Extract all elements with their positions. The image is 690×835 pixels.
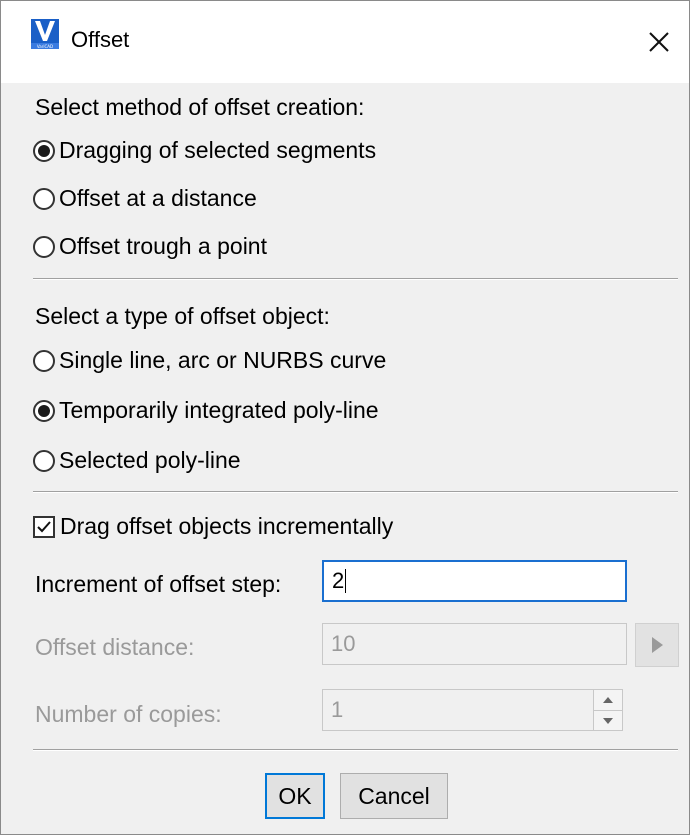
radio-offset-distance[interactable]: Offset at a distance [33,185,257,212]
radio-label: Offset trough a point [59,233,267,259]
cancel-button[interactable]: Cancel [340,773,448,819]
radio-label: Single line, arc or NURBS curve [59,347,387,373]
radio-temp-polyline[interactable]: Temporarily integrated poly-line [33,397,379,424]
drag-incrementally-checkbox[interactable] [33,515,55,538]
offset-distance-input[interactable]: 10 [322,623,627,665]
copies-spinner[interactable] [593,689,623,731]
radio-button[interactable] [33,399,55,422]
ok-button[interactable]: OK [265,773,325,819]
copies-label: Number of copies: [35,701,222,727]
radio-button[interactable] [33,349,55,372]
separator [33,491,678,493]
radio-button[interactable] [33,235,55,258]
radio-label: Temporarily integrated poly-line [59,397,379,423]
close-button[interactable] [629,1,689,83]
spin-up-icon [603,697,613,703]
close-icon [649,32,669,52]
title-bar: VariCAD Offset [1,1,689,83]
increment-value: 2 [332,568,345,593]
logo-text: VariCAD [37,44,53,49]
increment-label: Increment of offset step: [35,571,282,597]
radio-offset-point[interactable]: Offset trough a point [33,233,267,260]
radio-label: Offset at a distance [59,185,257,211]
checkbox-label: Drag offset objects incrementally [60,513,394,539]
offset-distance-value: 10 [331,631,356,656]
spin-down-button[interactable] [594,710,622,730]
spin-up-button[interactable] [594,690,622,710]
separator [33,278,678,280]
radio-button[interactable] [33,449,55,472]
separator [33,749,678,751]
radio-button[interactable] [33,187,55,210]
type-heading: Select a type of offset object: [35,303,330,329]
radio-label: Selected poly-line [59,447,241,473]
copies-input[interactable]: 1 [322,689,594,731]
radio-button[interactable] [33,139,55,162]
spin-down-icon [603,717,613,724]
offset-distance-label: Offset distance: [35,634,195,660]
radio-selected-polyline[interactable]: Selected poly-line [33,447,241,474]
varicad-logo-icon: VariCAD [31,19,59,49]
drag-incrementally-checkbox-row[interactable]: Drag offset objects incrementally [33,513,393,540]
offset-distance-apply-button[interactable] [635,623,679,667]
check-icon [37,520,51,532]
offset-dialog: VariCAD Offset Select method of offset c… [0,0,690,835]
radio-label: Dragging of selected segments [59,137,377,163]
increment-input[interactable]: 2 [322,560,627,602]
copies-value: 1 [331,697,344,722]
window-title: Offset [71,27,130,52]
radio-single-line[interactable]: Single line, arc or NURBS curve [33,347,386,374]
method-heading: Select method of offset creation: [35,94,365,120]
text-cursor [345,569,347,593]
radio-dragging-segments[interactable]: Dragging of selected segments [33,137,376,164]
play-arrow-icon [652,637,663,653]
